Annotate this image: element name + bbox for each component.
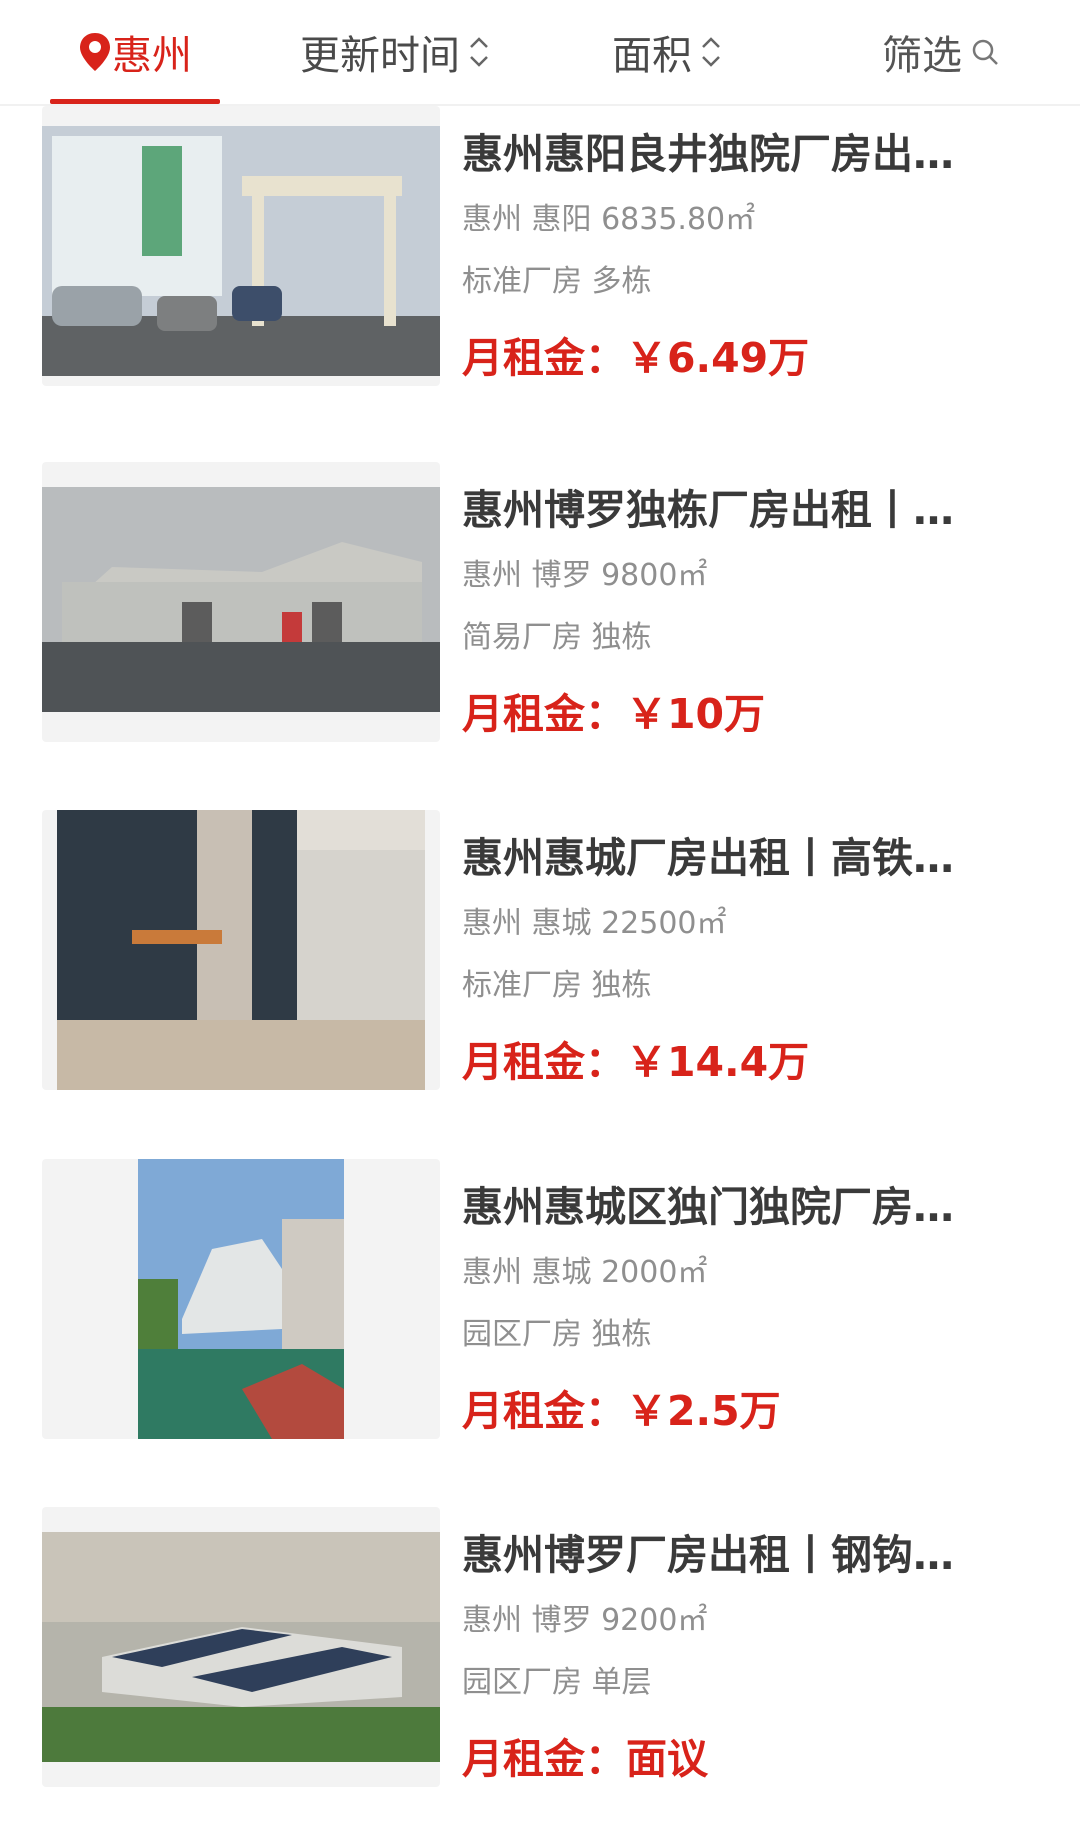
price-label: 月租金： — [462, 690, 626, 738]
listing-card[interactable]: 惠州博罗独栋厂房出租丨… 惠州 博罗 9800㎡ 简易厂房 独栋 月租金：￥10… — [42, 462, 1042, 742]
search-icon — [972, 39, 998, 65]
city-label: 惠州 — [112, 33, 192, 79]
listing-title: 惠州惠城区独门独院厂房… — [462, 1183, 954, 1231]
listing-location: 惠州 博罗 9200㎡ — [462, 1603, 708, 1638]
listing-info: 惠州惠城区独门独院厂房… 惠州 惠城 2000㎡ 园区厂房 独栋 月租金：￥2.… — [462, 1159, 1022, 1439]
listing-title: 惠州惠阳良井独院厂房出… — [462, 130, 954, 178]
price-value: ￥14.4万 — [626, 1038, 810, 1086]
price-label: 月租金： — [462, 1735, 626, 1783]
listing-info: 惠州惠阳良井独院厂房出… 惠州 惠阳 6835.80㎡ 标准厂房 多栋 月租金：… — [462, 106, 1022, 386]
sort-update-label: 更新时间 — [300, 33, 460, 79]
listing-location: 惠州 惠城 2000㎡ — [462, 1255, 708, 1290]
sort-area-label: 面积 — [612, 33, 692, 79]
price-value: 面议 — [626, 1735, 708, 1783]
price-label: 月租金： — [462, 1387, 626, 1435]
filter-label: 筛选 — [882, 33, 962, 79]
listing-type: 标准厂房 独栋 — [462, 968, 652, 1003]
listing-title: 惠州博罗厂房出租丨钢钩… — [462, 1531, 954, 1579]
listing-location: 惠州 惠阳 6835.80㎡ — [462, 202, 756, 237]
listing-price: 月租金：￥6.49万 — [462, 330, 1022, 386]
filter-bar: 惠州 更新时间 面积 筛选 — [0, 0, 1080, 106]
listing-type: 园区厂房 独栋 — [462, 1317, 652, 1352]
listing-title: 惠州惠城厂房出租丨高铁… — [462, 834, 954, 882]
sort-arrows-icon — [468, 35, 490, 69]
listing-photo — [42, 1507, 440, 1787]
listing-info: 惠州惠城厂房出租丨高铁… 惠州 惠城 22500㎡ 标准厂房 独栋 月租金：￥1… — [462, 810, 1022, 1090]
sort-area[interactable]: 面积 — [612, 0, 722, 104]
listing-info: 惠州博罗厂房出租丨钢钩… 惠州 博罗 9200㎡ 园区厂房 单层 月租金：面议 — [462, 1507, 1022, 1787]
listing-price: 月租金：面议 — [462, 1731, 1022, 1787]
listing-card[interactable]: 惠州惠城区独门独院厂房… 惠州 惠城 2000㎡ 园区厂房 独栋 月租金：￥2.… — [42, 1159, 1042, 1439]
filter-button[interactable]: 筛选 — [882, 0, 1000, 104]
location-pin-icon — [80, 33, 110, 71]
listing-photo — [42, 810, 440, 1090]
listing-price: 月租金：￥10万 — [462, 686, 1022, 742]
listing-type: 园区厂房 单层 — [462, 1665, 652, 1700]
price-value: ￥2.5万 — [626, 1387, 781, 1435]
listing-card[interactable]: 惠州博罗厂房出租丨钢钩… 惠州 博罗 9200㎡ 园区厂房 单层 月租金：面议 — [42, 1507, 1042, 1787]
listing-type: 简易厂房 独栋 — [462, 620, 652, 655]
city-selector[interactable]: 惠州 — [50, 0, 220, 104]
sort-arrows-icon — [700, 35, 722, 69]
price-label: 月租金： — [462, 1038, 626, 1086]
active-tab-underline — [50, 99, 220, 104]
listing-title: 惠州博罗独栋厂房出租丨… — [462, 486, 954, 534]
listing-card[interactable]: 惠州惠城厂房出租丨高铁… 惠州 惠城 22500㎡ 标准厂房 独栋 月租金：￥1… — [42, 810, 1042, 1090]
price-value: ￥10万 — [626, 690, 766, 738]
listing-photo — [42, 1159, 440, 1439]
listing-location: 惠州 博罗 9800㎡ — [462, 558, 708, 593]
listing-price: 月租金：￥2.5万 — [462, 1383, 1022, 1439]
listing-price: 月租金：￥14.4万 — [462, 1034, 1022, 1090]
sort-update-time[interactable]: 更新时间 — [300, 0, 490, 104]
listing-card[interactable]: 惠州惠阳良井独院厂房出… 惠州 惠阳 6835.80㎡ 标准厂房 多栋 月租金：… — [42, 106, 1042, 386]
price-label: 月租金： — [462, 334, 626, 382]
listing-photo — [42, 462, 440, 742]
listing-info: 惠州博罗独栋厂房出租丨… 惠州 博罗 9800㎡ 简易厂房 独栋 月租金：￥10… — [462, 462, 1022, 742]
price-value: ￥6.49万 — [626, 334, 810, 382]
listing-location: 惠州 惠城 22500㎡ — [462, 906, 727, 941]
listing-photo — [42, 106, 440, 386]
listing-type: 标准厂房 多栋 — [462, 264, 652, 299]
